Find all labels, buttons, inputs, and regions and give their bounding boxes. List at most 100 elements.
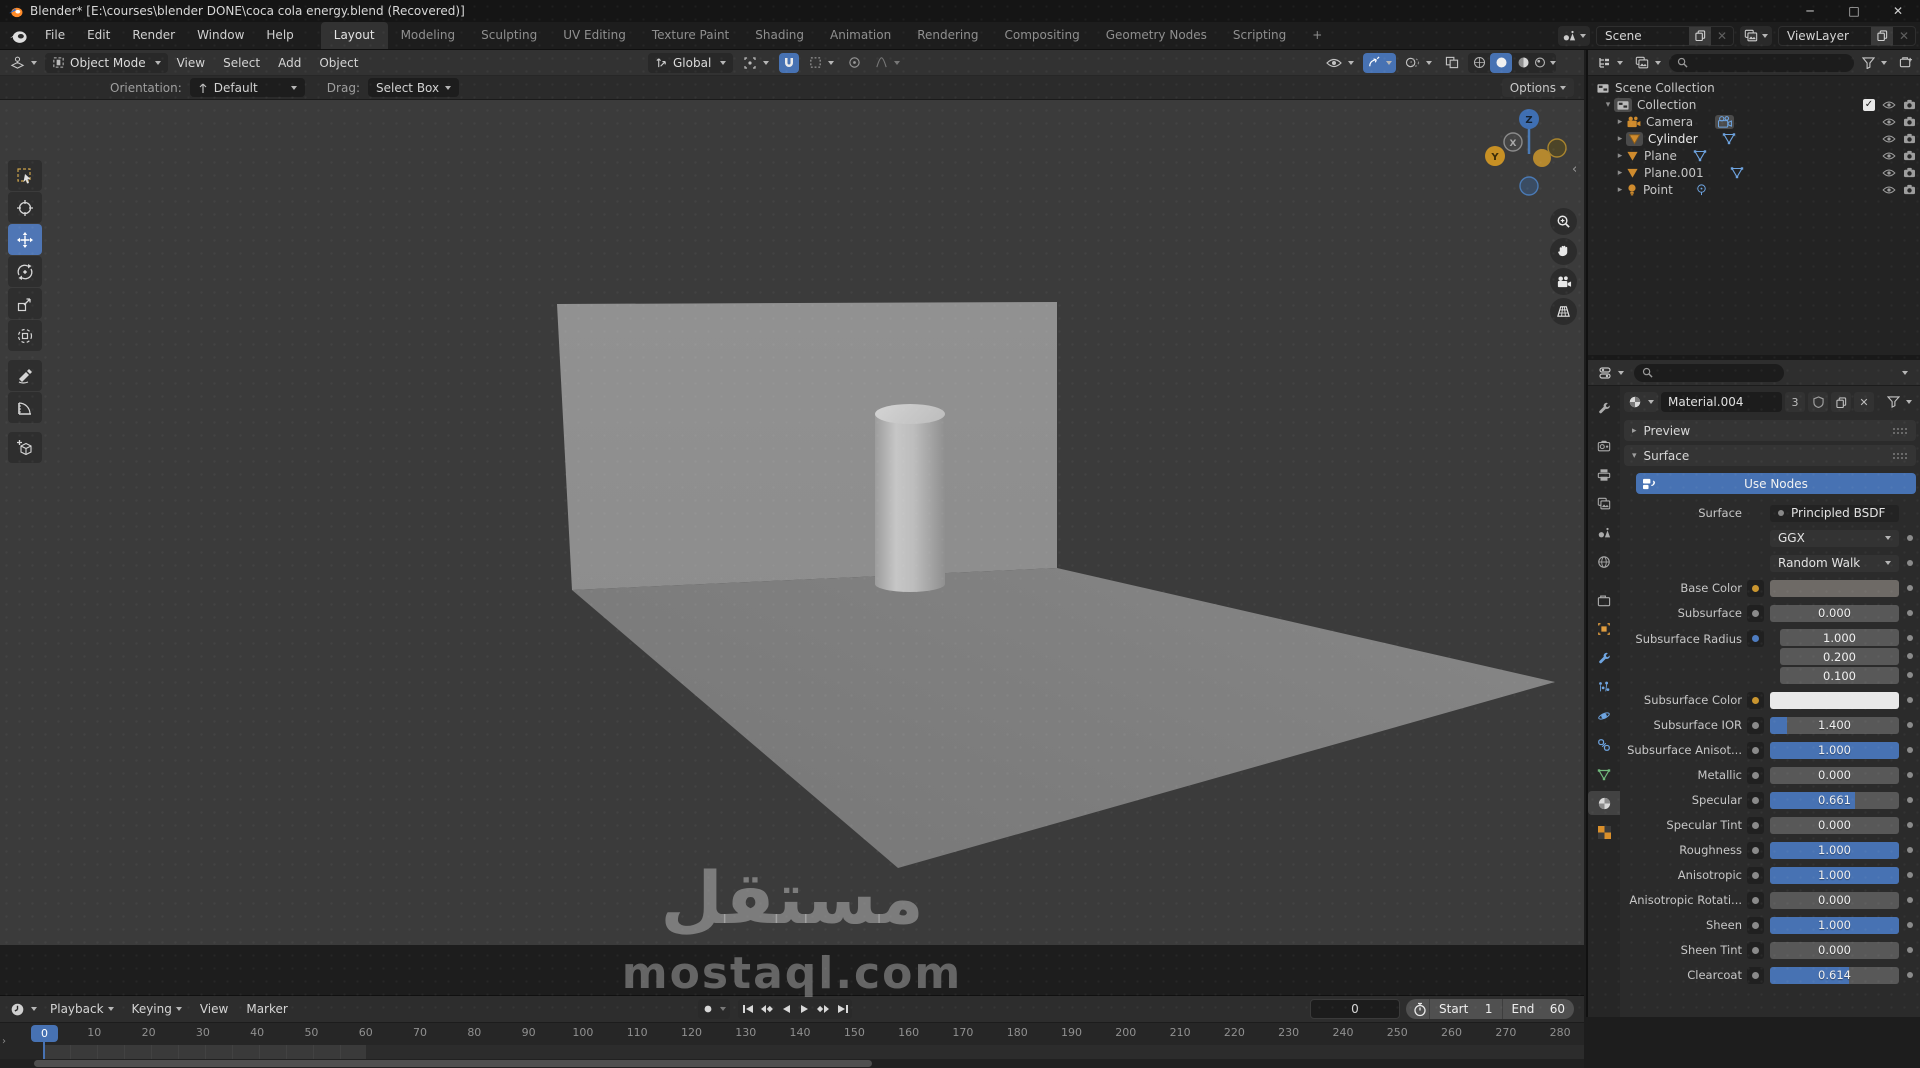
tab-scripting[interactable]: Scripting [1220, 22, 1299, 49]
tool-select-box[interactable] [8, 160, 42, 191]
xray-toggle[interactable] [1441, 53, 1463, 73]
cylinder-object[interactable] [875, 414, 945, 592]
jump-to-end-button[interactable] [833, 999, 852, 1019]
proportional-editing-toggle[interactable] [844, 53, 865, 73]
radius-x-field[interactable]: 1.000 [1780, 629, 1899, 646]
base-color-swatch[interactable] [1770, 580, 1899, 597]
shading-material-button[interactable] [1512, 53, 1534, 73]
anisotropic-rotation-slider[interactable]: 0.000 [1770, 892, 1899, 909]
menu-view[interactable]: View [168, 56, 214, 70]
outliner-filter-button[interactable] [1858, 53, 1891, 73]
viewport-3d[interactable]: Z X Y ‹ [0, 100, 1584, 945]
tool-move[interactable] [8, 224, 42, 255]
drag-mode-dropdown[interactable]: Select Box [368, 78, 459, 97]
material-name-field[interactable]: Material.004 [1661, 392, 1782, 412]
tab-uv-editing[interactable]: UV Editing [550, 22, 639, 49]
next-keyframe-button[interactable] [814, 999, 833, 1019]
expand-arrow[interactable]: ▸ [1614, 151, 1626, 161]
snap-settings-dropdown[interactable] [805, 53, 838, 73]
subsurface-color-swatch[interactable] [1770, 692, 1899, 709]
outliner-row-plane-001[interactable]: ▸ Plane.001 [1588, 164, 1920, 181]
tool-transform[interactable] [8, 320, 42, 351]
viewlayer-browse-button[interactable] [1740, 26, 1772, 46]
scene-name-field[interactable]: Scene ✕ [1596, 26, 1734, 46]
tab-output[interactable] [1588, 463, 1620, 487]
properties-editor-type-button[interactable] [1594, 363, 1628, 383]
decorator-dot[interactable] [1907, 897, 1913, 903]
disable-render-icon[interactable] [1903, 150, 1916, 161]
distribution-dropdown[interactable]: GGX [1770, 530, 1899, 547]
expand-arrow[interactable]: ▸ [1614, 185, 1626, 195]
tool-cursor[interactable] [8, 192, 42, 223]
tab-sculpting[interactable]: Sculpting [468, 22, 550, 49]
hide-eye-icon[interactable] [1882, 100, 1896, 110]
tab-physics[interactable] [1588, 704, 1620, 728]
decorator-dot[interactable] [1907, 635, 1913, 641]
input-socket[interactable] [1747, 605, 1764, 622]
roughness-slider[interactable]: 1.000 [1770, 842, 1899, 859]
sheen-slider[interactable]: 1.000 [1770, 917, 1899, 934]
disable-render-icon[interactable] [1903, 133, 1916, 144]
input-socket[interactable] [1747, 867, 1764, 884]
pivot-point-dropdown[interactable] [739, 53, 773, 73]
tab-collection[interactable] [1588, 588, 1620, 612]
clearcoat-slider[interactable]: 0.614 [1770, 967, 1899, 984]
tab-material[interactable] [1588, 791, 1620, 815]
disable-render-icon[interactable] [1903, 116, 1916, 127]
decorator-dot[interactable] [1907, 585, 1913, 591]
input-socket[interactable] [1747, 792, 1764, 809]
tool-measure[interactable] [8, 392, 42, 423]
maximize-button[interactable]: □ [1832, 0, 1876, 22]
tab-shading[interactable]: Shading [742, 22, 817, 49]
hide-eye-icon[interactable] [1882, 134, 1896, 144]
input-socket[interactable] [1747, 767, 1764, 784]
expand-arrow[interactable]: ▸ [1614, 168, 1626, 178]
expand-arrow[interactable]: ▸ [1614, 117, 1626, 127]
outliner-display-mode-button[interactable] [1631, 53, 1665, 73]
tab-render[interactable] [1588, 434, 1620, 458]
viewlayer-name-field[interactable]: ViewLayer ✕ [1778, 26, 1916, 46]
sidebar-collapse-arrow[interactable]: ‹ [1572, 162, 1577, 177]
scene-browse-button[interactable] [1558, 26, 1590, 46]
end-frame-field[interactable]: End 60 [1503, 1002, 1575, 1016]
input-socket[interactable] [1747, 692, 1764, 709]
timeline-menu-marker[interactable]: Marker [237, 1002, 296, 1016]
tab-texture-paint[interactable]: Texture Paint [639, 22, 742, 49]
gizmo-z-neg-axis[interactable] [1520, 177, 1538, 195]
camera-view-button[interactable] [1550, 268, 1577, 295]
input-socket[interactable] [1747, 942, 1764, 959]
tab-scene[interactable] [1588, 521, 1620, 545]
radius-z-field[interactable]: 0.100 [1780, 667, 1899, 684]
decorator-dot[interactable] [1907, 722, 1913, 728]
input-socket[interactable] [1747, 917, 1764, 934]
orientation-dropdown[interactable]: Global [648, 53, 733, 73]
tab-rendering[interactable]: Rendering [904, 22, 991, 49]
decorator-dot[interactable] [1907, 672, 1913, 678]
metallic-slider[interactable]: 0.000 [1770, 767, 1899, 784]
input-socket[interactable] [1747, 630, 1764, 647]
disable-render-icon[interactable] [1903, 167, 1916, 178]
decorator-dot[interactable] [1907, 872, 1913, 878]
jump-to-start-button[interactable] [738, 999, 757, 1019]
decorator-dot[interactable] [1907, 947, 1913, 953]
input-socket[interactable] [1747, 842, 1764, 859]
decorator-dot[interactable] [1907, 922, 1913, 928]
decorator-dot[interactable] [1907, 822, 1913, 828]
input-socket[interactable] [1747, 580, 1764, 597]
scene-unlink-button[interactable]: ✕ [1711, 26, 1733, 46]
tool-rotate[interactable] [8, 256, 42, 287]
timeline-expand-arrow[interactable]: › [2, 1036, 6, 1047]
tab-add-workspace[interactable]: + [1299, 22, 1335, 49]
cylinder-top-face[interactable] [875, 404, 945, 424]
decorator-dot[interactable] [1907, 535, 1913, 541]
viewlayer-remove-button[interactable]: ✕ [1893, 26, 1915, 46]
editor-type-button[interactable] [6, 53, 41, 73]
tab-animation[interactable]: Animation [817, 22, 904, 49]
timeline-menu-keying[interactable]: Keying [123, 1002, 191, 1016]
input-socket[interactable] [1747, 817, 1764, 834]
gizmo-x-neg-axis[interactable] [1548, 139, 1566, 157]
properties-search-input[interactable] [1634, 364, 1784, 382]
surface-panel-header[interactable]: ▾ Surface [1624, 445, 1916, 466]
zoom-button[interactable] [1550, 208, 1577, 235]
outliner-row-collection[interactable]: ▾ Collection ✓ [1588, 96, 1920, 113]
